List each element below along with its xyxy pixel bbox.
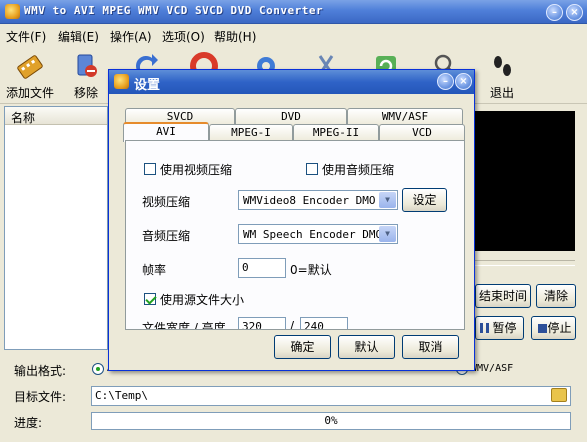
progress-bar: 0% — [91, 412, 571, 430]
height-input[interactable]: 240 — [300, 317, 348, 329]
file-list[interactable]: 名称 — [4, 106, 108, 350]
seek-slider[interactable] — [475, 260, 575, 266]
video-codec-label: 视频压缩 — [142, 195, 191, 209]
dialog-close-button[interactable]: × — [455, 73, 472, 90]
exit-label: 退出 — [489, 86, 514, 100]
dialog-titlebar: 设置 – × — [109, 70, 474, 94]
remove-icon — [77, 54, 97, 77]
audio-codec-value: WM Speech Encoder DMO — [243, 228, 383, 241]
stop-button[interactable]: 停止 — [531, 316, 576, 340]
audio-codec-label: 音频压缩 — [142, 229, 191, 243]
video-codec-select[interactable]: WMVideo8 Encoder DMO ▼ — [238, 190, 398, 210]
settings-dialog: 设置 – × SVCD DVD WMV/ASF AVI MPEG-I MPEG-… — [108, 69, 475, 371]
use-video-compression-checkbox[interactable] — [144, 163, 156, 175]
size-label: 文件宽度 / 高度 — [142, 321, 226, 330]
pause-label: 暂停 — [492, 321, 517, 335]
dialog-icon — [114, 74, 129, 89]
menu-file[interactable]: 文件(F) — [6, 28, 46, 45]
progress-label: 进度: — [14, 416, 43, 430]
format-radio-avi[interactable] — [92, 363, 104, 375]
exit-button[interactable]: 退出 — [476, 50, 528, 102]
add-file-button[interactable]: 添加文件 — [4, 50, 56, 102]
chevron-down-icon: ▼ — [379, 226, 396, 242]
add-file-label: 添加文件 — [5, 86, 54, 100]
pause-icon — [480, 323, 489, 333]
audio-codec-select[interactable]: WM Speech Encoder DMO ▼ — [238, 224, 398, 244]
framerate-input[interactable]: 0 — [238, 258, 286, 278]
use-source-size-checkbox[interactable] — [144, 293, 156, 305]
pause-button[interactable]: 暂停 — [475, 316, 524, 340]
close-button[interactable]: × — [566, 4, 583, 21]
menu-action[interactable]: 操作(A) — [110, 28, 152, 45]
footprints-icon — [494, 56, 511, 76]
avi-settings-panel: 使用视频压缩 使用音频压缩 视频压缩 WMVideo8 Encoder DMO … — [125, 140, 465, 330]
size-separator: / — [290, 319, 295, 330]
framerate-hint: 0=默认 — [290, 263, 332, 277]
output-format-label: 输出格式: — [14, 364, 67, 378]
menu-edit[interactable]: 编辑(E) — [58, 28, 99, 45]
cancel-button[interactable]: 取消 — [402, 335, 459, 359]
format-label-wmv: WMV/ASF — [471, 363, 514, 374]
dialog-title: 设置 — [134, 78, 161, 93]
remove-button[interactable]: 移除 — [60, 50, 112, 102]
list-header-name[interactable]: 名称 — [5, 107, 107, 125]
end-time-button[interactable]: 结束时间 — [475, 284, 531, 308]
chevron-down-icon: ▼ — [379, 192, 396, 208]
target-file-label: 目标文件: — [14, 390, 67, 404]
menu-bar: 文件(F) 编辑(E) 操作(A) 选项(O) 帮助(H) — [0, 25, 587, 45]
use-audio-compression-label: 使用音频压缩 — [322, 163, 395, 177]
menu-options[interactable]: 选项(O) — [162, 28, 205, 45]
menu-help[interactable]: 帮助(H) — [214, 28, 256, 45]
use-source-size-label: 使用源文件大小 — [160, 293, 245, 307]
video-preview — [475, 111, 575, 251]
app-icon — [5, 4, 20, 19]
stop-label: 停止 — [547, 321, 572, 335]
film-add-icon — [17, 55, 43, 79]
tab-avi[interactable]: AVI — [123, 122, 209, 142]
main-titlebar: WMV to AVI MPEG WMV VCD SVCD DVD Convert… — [0, 0, 587, 24]
video-codec-value: WMVideo8 Encoder DMO — [243, 194, 376, 207]
codec-setup-button[interactable]: 设定 — [402, 188, 447, 212]
default-button[interactable]: 默认 — [338, 335, 395, 359]
clear-button[interactable]: 清除 — [536, 284, 576, 308]
remove-label: 移除 — [73, 86, 98, 100]
dialog-minimize-button[interactable]: – — [437, 73, 454, 90]
target-file-input[interactable]: C:\Temp\ — [91, 386, 571, 406]
stop-icon — [538, 324, 547, 333]
width-input[interactable]: 320 — [238, 317, 286, 329]
folder-icon[interactable] — [551, 388, 567, 402]
ok-button[interactable]: 确定 — [274, 335, 331, 359]
minimize-button[interactable]: – — [546, 4, 563, 21]
use-audio-compression-checkbox[interactable] — [306, 163, 318, 175]
app-title: WMV to AVI MPEG WMV VCD SVCD DVD Convert… — [24, 4, 324, 17]
use-video-compression-label: 使用视频压缩 — [160, 163, 233, 177]
framerate-label: 帧率 — [142, 263, 167, 277]
